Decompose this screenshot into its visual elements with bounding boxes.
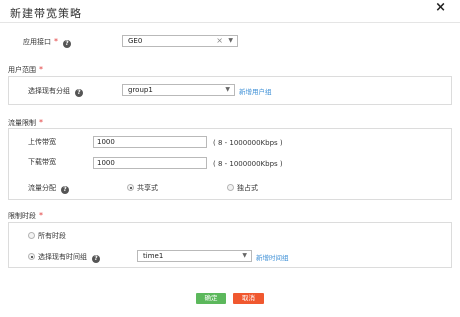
radio-unselected-icon[interactable] [227, 184, 234, 191]
existing-time-label: 选择现有时间组 [38, 253, 87, 261]
help-icon[interactable]: ? [61, 186, 69, 194]
interface-label-row: 应用接口 *? [23, 37, 71, 48]
new-time-group-link[interactable]: 新增时间组 [256, 252, 289, 262]
interface-select[interactable]: GE0 × ▼ [122, 35, 238, 47]
radio-existing-time[interactable]: 选择现有时间组? [28, 252, 100, 263]
user-scope-heading: 用户范围 * [8, 65, 43, 75]
interface-value: GE0 [128, 37, 143, 45]
group-label: 选择现有分组 [28, 87, 70, 95]
cancel-button[interactable]: 取消 [233, 293, 264, 304]
user-scope-title: 用户范围 [8, 66, 36, 74]
header-divider [0, 22, 460, 23]
download-input[interactable]: 1000 [93, 157, 207, 169]
confirm-button[interactable]: 确定 [196, 293, 226, 304]
radio-selected-icon[interactable] [28, 253, 35, 260]
interface-label: 应用接口 [23, 38, 51, 46]
radio-shared[interactable]: 共享式 [127, 183, 158, 193]
alloc-label: 流量分配 [28, 184, 56, 192]
required-mark: * [39, 118, 43, 127]
time-limit-title: 限制时段 [8, 212, 36, 220]
exclusive-label: 独占式 [237, 184, 258, 192]
time-group-select[interactable]: time1 ▼ [137, 250, 252, 262]
upload-label: 上传带宽 [28, 138, 56, 146]
time-group-value: time1 [143, 252, 164, 260]
help-icon[interactable]: ? [75, 89, 83, 97]
group-select[interactable]: group1 ▼ [122, 84, 235, 96]
chevron-down-icon[interactable]: ▼ [242, 251, 247, 261]
chevron-down-icon[interactable]: ▼ [228, 36, 233, 46]
required-mark: * [39, 211, 43, 220]
new-user-group-link[interactable]: 新增用户组 [239, 86, 272, 96]
time-limit-heading: 限制时段 * [8, 211, 43, 221]
required-mark: * [54, 37, 58, 46]
help-icon[interactable]: ? [63, 40, 71, 48]
flow-limit-heading: 流量限制 * [8, 118, 43, 128]
upload-hint: ( 8 - 1000000Kbps ) [213, 139, 283, 147]
download-label: 下载带宽 [28, 158, 56, 166]
required-mark: * [39, 65, 43, 74]
group-label-row: 选择现有分组? [28, 86, 83, 97]
upload-input[interactable]: 1000 [93, 136, 207, 148]
radio-exclusive[interactable]: 独占式 [227, 183, 258, 193]
chevron-down-icon[interactable]: ▼ [225, 85, 230, 95]
shared-label: 共享式 [137, 184, 158, 192]
radio-selected-icon[interactable] [127, 184, 134, 191]
group-value: group1 [128, 86, 153, 94]
radio-unselected-icon[interactable] [28, 232, 35, 239]
help-icon[interactable]: ? [92, 255, 100, 263]
dialog-title: 新建带宽策略 [10, 7, 82, 20]
clear-icon[interactable]: × [216, 36, 223, 46]
radio-all-time[interactable]: 所有时段 [28, 231, 66, 241]
download-hint: ( 8 - 1000000Kbps ) [213, 160, 283, 168]
flow-limit-title: 流量限制 [8, 119, 36, 127]
close-icon[interactable]: × [435, 1, 446, 15]
all-time-label: 所有时段 [38, 232, 66, 240]
alloc-label-row: 流量分配? [28, 183, 69, 194]
